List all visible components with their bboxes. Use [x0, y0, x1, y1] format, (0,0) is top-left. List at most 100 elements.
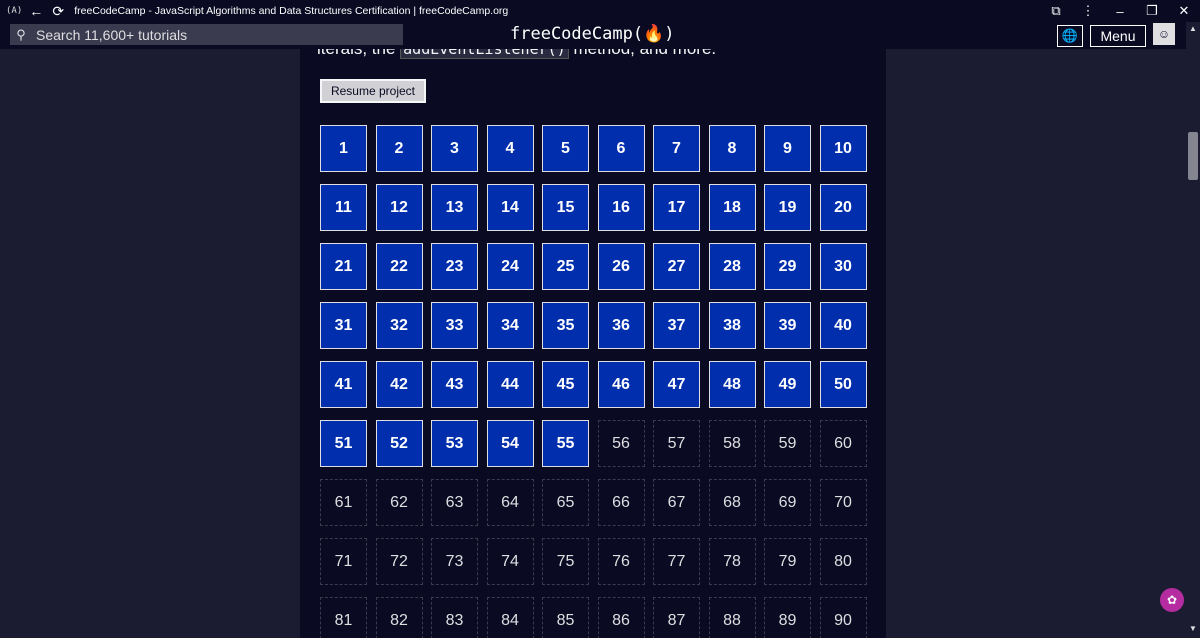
step-button-83[interactable]: 83 — [431, 597, 478, 638]
step-button-11[interactable]: 11 — [320, 184, 367, 231]
step-button-50[interactable]: 50 — [819, 361, 867, 408]
step-button-35[interactable]: 35 — [542, 302, 589, 349]
step-button-82[interactable]: 82 — [375, 597, 423, 638]
step-button-54[interactable]: 54 — [486, 420, 534, 467]
step-button-32[interactable]: 32 — [375, 302, 423, 349]
step-button-52[interactable]: 52 — [375, 420, 423, 467]
step-button-45[interactable]: 45 — [542, 361, 589, 408]
step-button-58[interactable]: 58 — [708, 420, 756, 467]
step-button-23[interactable]: 23 — [431, 243, 478, 290]
reload-icon[interactable]: ⟳ — [50, 3, 66, 20]
close-icon[interactable]: ✕ — [1168, 3, 1200, 19]
step-button-41[interactable]: 41 — [320, 361, 367, 408]
step-button-80[interactable]: 80 — [819, 538, 867, 585]
step-button-33[interactable]: 33 — [431, 302, 478, 349]
step-button-2[interactable]: 2 — [375, 125, 423, 172]
step-button-74[interactable]: 74 — [486, 538, 534, 585]
step-button-78[interactable]: 78 — [708, 538, 756, 585]
search-input[interactable] — [32, 26, 386, 43]
step-button-29[interactable]: 29 — [764, 243, 811, 290]
step-button-5[interactable]: 5 — [542, 125, 589, 172]
step-button-88[interactable]: 88 — [708, 597, 756, 638]
step-button-84[interactable]: 84 — [486, 597, 534, 638]
step-button-8[interactable]: 8 — [708, 125, 756, 172]
step-button-64[interactable]: 64 — [486, 479, 534, 526]
step-button-26[interactable]: 26 — [597, 243, 645, 290]
step-button-72[interactable]: 72 — [375, 538, 423, 585]
step-button-15[interactable]: 15 — [542, 184, 589, 231]
step-button-4[interactable]: 4 — [486, 125, 534, 172]
scrollbar-thumb[interactable] — [1188, 132, 1198, 180]
step-button-36[interactable]: 36 — [597, 302, 645, 349]
minimize-icon[interactable]: – — [1104, 4, 1136, 19]
step-button-13[interactable]: 13 — [431, 184, 478, 231]
step-button-21[interactable]: 21 — [320, 243, 367, 290]
step-button-9[interactable]: 9 — [764, 125, 811, 172]
step-button-6[interactable]: 6 — [597, 125, 645, 172]
step-button-68[interactable]: 68 — [708, 479, 756, 526]
step-button-77[interactable]: 77 — [653, 538, 700, 585]
scroll-up-icon[interactable]: ▲ — [1188, 24, 1198, 33]
step-button-44[interactable]: 44 — [486, 361, 534, 408]
step-button-55[interactable]: 55 — [542, 420, 589, 467]
step-button-49[interactable]: 49 — [764, 361, 811, 408]
site-logo[interactable]: freeCodeCamp(🔥) — [510, 24, 674, 44]
restore-icon[interactable]: ❐ — [1136, 3, 1168, 19]
step-button-86[interactable]: 86 — [597, 597, 645, 638]
step-button-73[interactable]: 73 — [431, 538, 478, 585]
step-button-57[interactable]: 57 — [653, 420, 700, 467]
extensions-icon[interactable]: ⧉ — [1040, 3, 1072, 19]
step-button-10[interactable]: 10 — [819, 125, 867, 172]
step-button-89[interactable]: 89 — [764, 597, 811, 638]
step-button-90[interactable]: 90 — [819, 597, 867, 638]
step-button-17[interactable]: 17 — [653, 184, 700, 231]
user-avatar-icon[interactable]: ☺ — [1153, 23, 1175, 45]
step-button-47[interactable]: 47 — [653, 361, 700, 408]
globe-icon[interactable]: 🌐 — [1057, 25, 1083, 47]
step-button-46[interactable]: 46 — [597, 361, 645, 408]
step-button-62[interactable]: 62 — [375, 479, 423, 526]
step-button-48[interactable]: 48 — [708, 361, 756, 408]
step-button-3[interactable]: 3 — [431, 125, 478, 172]
back-arrow-icon[interactable]: ← — [28, 3, 44, 19]
page-scrollbar[interactable]: ▲ ▼ — [1186, 22, 1200, 638]
step-button-69[interactable]: 69 — [764, 479, 811, 526]
step-button-70[interactable]: 70 — [819, 479, 867, 526]
step-button-51[interactable]: 51 — [320, 420, 367, 467]
step-button-81[interactable]: 81 — [320, 597, 367, 638]
step-button-22[interactable]: 22 — [375, 243, 423, 290]
step-button-1[interactable]: 1 — [320, 125, 367, 172]
step-button-14[interactable]: 14 — [486, 184, 534, 231]
step-button-67[interactable]: 67 — [653, 479, 700, 526]
step-button-18[interactable]: 18 — [708, 184, 756, 231]
step-button-28[interactable]: 28 — [708, 243, 756, 290]
step-button-34[interactable]: 34 — [486, 302, 534, 349]
step-button-20[interactable]: 20 — [819, 184, 867, 231]
step-button-75[interactable]: 75 — [542, 538, 589, 585]
step-button-24[interactable]: 24 — [486, 243, 534, 290]
step-button-85[interactable]: 85 — [542, 597, 589, 638]
step-button-71[interactable]: 71 — [320, 538, 367, 585]
step-button-60[interactable]: 60 — [819, 420, 867, 467]
resume-project-button[interactable]: Resume project — [319, 78, 427, 104]
step-button-30[interactable]: 30 — [819, 243, 867, 290]
step-button-16[interactable]: 16 — [597, 184, 645, 231]
scroll-down-icon[interactable]: ▼ — [1188, 624, 1198, 633]
brain-extension-icon[interactable]: ✿ — [1160, 588, 1184, 612]
step-button-87[interactable]: 87 — [653, 597, 700, 638]
more-options-icon[interactable]: ⋮ — [1072, 3, 1104, 19]
step-button-7[interactable]: 7 — [653, 125, 700, 172]
step-button-19[interactable]: 19 — [764, 184, 811, 231]
step-button-39[interactable]: 39 — [764, 302, 811, 349]
step-button-79[interactable]: 79 — [764, 538, 811, 585]
step-button-43[interactable]: 43 — [431, 361, 478, 408]
menu-button[interactable]: Menu — [1090, 25, 1146, 47]
step-button-31[interactable]: 31 — [320, 302, 367, 349]
step-button-61[interactable]: 61 — [320, 479, 367, 526]
step-button-65[interactable]: 65 — [542, 479, 589, 526]
step-button-42[interactable]: 42 — [375, 361, 423, 408]
step-button-56[interactable]: 56 — [597, 420, 645, 467]
step-button-76[interactable]: 76 — [597, 538, 645, 585]
step-button-37[interactable]: 37 — [653, 302, 700, 349]
step-button-53[interactable]: 53 — [431, 420, 478, 467]
